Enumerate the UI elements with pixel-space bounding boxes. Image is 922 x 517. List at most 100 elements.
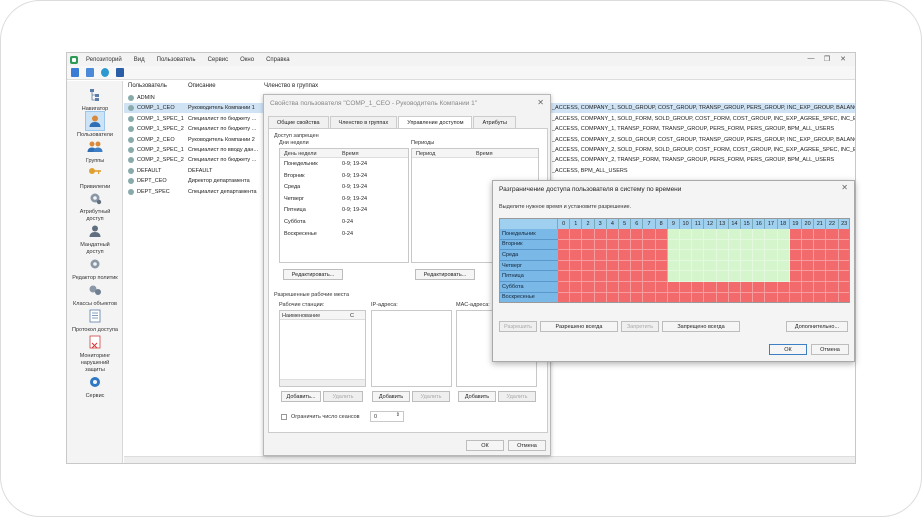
time-cell-denied[interactable] — [814, 292, 827, 302]
hour-header[interactable]: 7 — [643, 219, 656, 229]
tab-group-membership[interactable]: Членство в группах — [329, 116, 398, 128]
day-label[interactable]: Вторник — [500, 239, 558, 251]
time-cell-denied[interactable] — [558, 271, 571, 282]
time-cell-denied[interactable] — [826, 260, 839, 272]
time-cell-denied[interactable] — [631, 239, 644, 251]
minimize-icon[interactable]: — — [803, 55, 819, 63]
time-cell-denied[interactable] — [765, 282, 778, 293]
time-cell-denied[interactable] — [594, 282, 607, 293]
time-cell-denied[interactable] — [838, 250, 849, 261]
time-cell-denied[interactable] — [814, 239, 827, 251]
time-cell-denied[interactable] — [606, 239, 619, 251]
menu-help[interactable]: Справка — [266, 57, 290, 63]
hour-header[interactable]: 5 — [619, 219, 632, 229]
hour-header[interactable]: 20 — [802, 219, 815, 229]
time-cell-denied[interactable] — [655, 250, 668, 261]
time-cell-denied[interactable] — [838, 271, 849, 282]
hour-header[interactable]: 11 — [692, 219, 705, 229]
time-cell-denied[interactable] — [655, 239, 668, 251]
time-cell-allowed[interactable] — [765, 260, 778, 272]
time-cell-denied[interactable] — [558, 292, 571, 302]
time-cell-allowed[interactable] — [777, 229, 790, 240]
close-icon[interactable]: ✕ — [537, 98, 544, 107]
time-cell-denied[interactable] — [619, 282, 632, 293]
time-cell-denied[interactable] — [802, 250, 815, 261]
time-cell-allowed[interactable] — [704, 250, 717, 261]
time-cell-denied[interactable] — [570, 282, 583, 293]
time-cell-denied[interactable] — [582, 260, 595, 272]
time-cell-denied[interactable] — [814, 282, 827, 293]
time-cell-denied[interactable] — [704, 282, 717, 293]
time-cell-denied[interactable] — [619, 271, 632, 282]
sessions-stepper[interactable]: 0 ⇕ — [370, 411, 404, 422]
day-label[interactable]: Суббота — [500, 282, 558, 293]
time-cell-denied[interactable] — [741, 282, 754, 293]
time-cell-denied[interactable] — [570, 250, 583, 261]
nav-violation-monitoring[interactable]: Мониторинг нарушений защиты — [67, 332, 123, 374]
time-cell-denied[interactable] — [814, 271, 827, 282]
time-cell-denied[interactable] — [680, 282, 693, 293]
time-cell-denied[interactable] — [619, 292, 632, 302]
time-cell-allowed[interactable] — [741, 271, 754, 282]
time-cell-denied[interactable] — [643, 260, 656, 272]
time-cell-denied[interactable] — [826, 282, 839, 293]
time-cell-allowed[interactable] — [680, 239, 693, 251]
nav-groups[interactable]: Группы — [67, 137, 123, 165]
time-grid[interactable]: 0 1 2 3 4 5 6 7 8 9 10 11 12 13 14 15 16 17 18 19 20 21 22 23 По… — [499, 218, 850, 303]
time-cell-denied[interactable] — [826, 239, 839, 251]
menu-service[interactable]: Сервис — [208, 57, 229, 63]
time-cell-allowed[interactable] — [716, 250, 729, 261]
save-icon[interactable] — [116, 68, 124, 77]
time-cell-allowed[interactable] — [741, 260, 754, 272]
time-cell-denied[interactable] — [728, 292, 741, 302]
time-cell-allowed[interactable] — [704, 229, 717, 240]
time-cell-denied[interactable] — [814, 229, 827, 240]
time-cell-denied[interactable] — [814, 250, 827, 261]
edit-days-button[interactable]: Редактировать... — [283, 269, 343, 280]
time-cell-denied[interactable] — [643, 282, 656, 293]
time-cell-denied[interactable] — [692, 282, 705, 293]
time-cell-denied[interactable] — [570, 229, 583, 240]
delete-ip-button[interactable]: Удалить — [412, 391, 450, 402]
time-cell-denied[interactable] — [558, 239, 571, 251]
time-cell-denied[interactable] — [826, 250, 839, 261]
hour-header[interactable]: 18 — [777, 219, 790, 229]
edit-periods-button[interactable]: Редактировать... — [415, 269, 475, 280]
cancel-button[interactable]: Отмена — [811, 344, 849, 355]
add-workstation-button[interactable]: Добавить... — [281, 391, 321, 402]
nav-privileges[interactable]: Привилегии — [67, 163, 123, 191]
time-cell-denied[interactable] — [582, 292, 595, 302]
time-cell-allowed[interactable] — [692, 229, 705, 240]
ok-button[interactable]: ОК — [769, 344, 807, 355]
hour-header[interactable]: 19 — [789, 219, 802, 229]
time-cell-denied[interactable] — [692, 292, 705, 302]
hour-header[interactable]: 21 — [814, 219, 827, 229]
time-cell-allowed[interactable] — [667, 250, 680, 261]
time-cell-denied[interactable] — [582, 250, 595, 261]
refresh-icon[interactable] — [101, 68, 109, 77]
time-cell-denied[interactable] — [655, 282, 668, 293]
time-cell-allowed[interactable] — [680, 260, 693, 272]
menu-repository[interactable]: Репозиторий — [86, 57, 122, 63]
time-cell-denied[interactable] — [643, 239, 656, 251]
time-cell-denied[interactable] — [802, 282, 815, 293]
time-cell-denied[interactable] — [558, 250, 571, 261]
time-cell-denied[interactable] — [802, 260, 815, 272]
hour-header[interactable]: 14 — [728, 219, 741, 229]
document-icon[interactable] — [86, 68, 94, 77]
time-cell-allowed[interactable] — [680, 271, 693, 282]
time-cell-denied[interactable] — [594, 271, 607, 282]
time-cell-denied[interactable] — [582, 229, 595, 240]
time-cell-denied[interactable] — [582, 239, 595, 251]
time-cell-allowed[interactable] — [777, 250, 790, 261]
time-cell-allowed[interactable] — [728, 239, 741, 251]
time-cell-allowed[interactable] — [716, 271, 729, 282]
hour-header[interactable]: 2 — [582, 219, 595, 229]
workstations-list[interactable]: Наименование С — [279, 310, 366, 387]
time-cell-denied[interactable] — [594, 239, 607, 251]
time-cell-denied[interactable] — [655, 229, 668, 240]
nav-navigator[interactable]: Навигатор — [67, 85, 123, 113]
allow-always-button[interactable]: Разрешено всегда — [540, 321, 618, 332]
deny-always-button[interactable]: Запрещено всегда — [662, 321, 740, 332]
time-cell-denied[interactable] — [594, 292, 607, 302]
